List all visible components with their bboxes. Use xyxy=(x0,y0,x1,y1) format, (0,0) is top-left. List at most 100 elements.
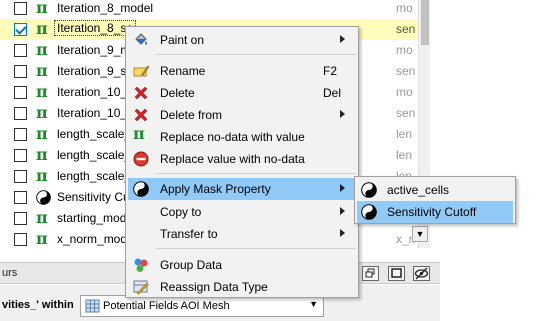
submenu-arrow-icon xyxy=(340,110,345,118)
yinyang-icon xyxy=(361,204,377,220)
restore-window-icon[interactable] xyxy=(362,266,379,281)
submenu-arrow-icon xyxy=(340,229,345,237)
menu-item-group-data[interactable]: Group Data xyxy=(128,254,356,276)
pi-icon: π xyxy=(36,82,48,101)
pi-icon: π xyxy=(36,103,48,122)
tree-row-type: mo xyxy=(396,85,413,99)
paint-bucket-icon xyxy=(135,33,147,45)
tree-row-name: starting_mod xyxy=(57,211,127,225)
menu-separator xyxy=(156,173,356,174)
submenu-item-active-cells[interactable]: active_cells xyxy=(357,179,513,201)
scroll-down-button[interactable]: ▼ xyxy=(412,226,428,242)
menu-item-label: Copy to xyxy=(160,205,202,219)
submenu-arrow-icon xyxy=(340,207,345,215)
menu-item-replace-value[interactable]: Replace value with no-data xyxy=(128,148,356,170)
tree-row-name: x_norm_mod xyxy=(57,232,128,246)
pi-icon: π xyxy=(36,61,48,80)
tree-row-name: Iteration_9_m xyxy=(57,43,131,57)
tree-row-type: len xyxy=(396,127,413,141)
submenu-item-sensitivity-cutoff[interactable]: Sensitivity Cutoff xyxy=(357,201,513,223)
visibility-checkbox[interactable] xyxy=(14,233,27,246)
pi-icon: π xyxy=(36,40,48,59)
red-x-icon xyxy=(134,108,148,122)
menu-item-label: Delete xyxy=(160,86,195,100)
visibility-checkbox[interactable] xyxy=(14,2,27,15)
tree-row-type: sen xyxy=(396,22,416,36)
pi-icon: π xyxy=(36,145,48,164)
visibility-checkbox[interactable] xyxy=(14,191,27,204)
submenu-arrow-icon xyxy=(340,35,345,43)
visibility-checkbox[interactable] xyxy=(14,170,27,183)
tree-row-type: sen xyxy=(396,64,416,78)
menu-separator xyxy=(156,248,356,249)
visibility-checkbox[interactable] xyxy=(14,86,27,99)
tree-row-name: Iteration_9_s xyxy=(57,64,127,78)
menu-item-copy-to[interactable]: Copy to xyxy=(128,201,356,223)
pi-icon: π xyxy=(36,166,48,185)
filter-label: vities_' within xyxy=(2,299,74,311)
pi-icon: π xyxy=(36,124,48,143)
submenu-arrow-icon xyxy=(340,184,345,192)
apply-mask-submenu: active_cells Sensitivity Cutoff xyxy=(354,176,516,224)
tree-row-name: length_scale_ xyxy=(57,169,132,183)
visibility-checkbox[interactable] xyxy=(14,149,27,162)
yinyang-icon xyxy=(36,190,51,205)
mesh-dropdown-value: Potential Fields AOI Mesh xyxy=(103,300,230,312)
tree-row-name: Iteration_10_r xyxy=(57,85,132,99)
menu-item-label: Delete from xyxy=(160,108,223,122)
tree-row-name: length_scale_ xyxy=(57,127,132,141)
empty-panel-area xyxy=(430,0,537,321)
menu-separator xyxy=(156,54,356,55)
visibility-checkbox[interactable] xyxy=(14,44,27,57)
submenu-item-label: active_cells xyxy=(387,183,450,197)
tree-row-type: mo xyxy=(396,43,413,57)
visibility-checkbox[interactable] xyxy=(14,23,27,36)
tree-row-name: Iteration_8_se xyxy=(53,20,137,36)
tree-row-name: Sensitivity Cu xyxy=(57,190,130,204)
menu-item-delete[interactable]: Delete Del xyxy=(128,82,356,104)
tree-row-name: length_scale_ xyxy=(57,148,132,162)
pi-icon: π xyxy=(36,229,48,248)
tree-row-type: len xyxy=(396,148,413,162)
menu-item-label: Reassign Data Type xyxy=(160,280,268,294)
yinyang-icon xyxy=(361,182,377,198)
menu-item-shortcut: Del xyxy=(323,86,342,100)
group-data-icon xyxy=(134,258,148,272)
reassign-type-icon xyxy=(133,280,149,295)
menu-item-shortcut: F2 xyxy=(323,64,338,78)
tree-row-name: Iteration_10_s xyxy=(57,106,134,120)
yinyang-icon xyxy=(133,181,149,197)
mesh-icon xyxy=(85,299,100,313)
menu-item-apply-mask[interactable]: Apply Mask Property xyxy=(128,178,356,200)
visibility-checkbox[interactable] xyxy=(14,128,27,141)
visibility-checkbox[interactable] xyxy=(14,65,27,78)
no-entry-icon xyxy=(133,151,149,167)
visibility-checkbox[interactable] xyxy=(14,107,27,120)
menu-item-rename[interactable]: Rename F2 xyxy=(128,60,356,82)
hide-eye-icon[interactable] xyxy=(413,266,430,281)
tree-row-name: Iteration_8_model xyxy=(57,1,154,15)
menu-item-label: Group Data xyxy=(160,258,223,272)
panel-tab-label: urs xyxy=(2,267,18,279)
chevron-down-icon: ▼ xyxy=(309,299,318,309)
menu-item-label: Apply Mask Property xyxy=(160,182,271,196)
menu-item-label: Rename xyxy=(160,64,206,78)
mesh-dropdown[interactable]: Potential Fields AOI Mesh ▼ xyxy=(80,295,324,317)
menu-item-label: Replace no-data with value xyxy=(160,130,305,144)
tree-row[interactable]: π Iteration_8_model mo xyxy=(0,0,418,19)
menu-item-delete-from[interactable]: Delete from xyxy=(128,104,356,126)
menu-item-label: Paint on xyxy=(160,33,205,47)
maximize-window-icon[interactable] xyxy=(388,266,405,281)
menu-item-transfer-to[interactable]: Transfer to xyxy=(128,223,356,245)
scrollbar-thumb[interactable] xyxy=(421,0,429,45)
pi-icon: π xyxy=(36,19,48,38)
menu-item-label: Transfer to xyxy=(160,227,218,241)
pi-icon: π xyxy=(36,208,48,227)
pi-icon: π xyxy=(133,124,145,143)
submenu-item-label: Sensitivity Cutoff xyxy=(387,205,477,219)
visibility-checkbox[interactable] xyxy=(14,212,27,225)
context-menu: Paint on Rename F2 Delete Del Delete fro… xyxy=(125,26,359,298)
menu-item-replace-no-data[interactable]: π Replace no-data with value xyxy=(128,126,356,148)
menu-item-reassign-type[interactable]: Reassign Data Type xyxy=(128,276,356,298)
menu-item-paint-on[interactable]: Paint on xyxy=(128,29,356,51)
